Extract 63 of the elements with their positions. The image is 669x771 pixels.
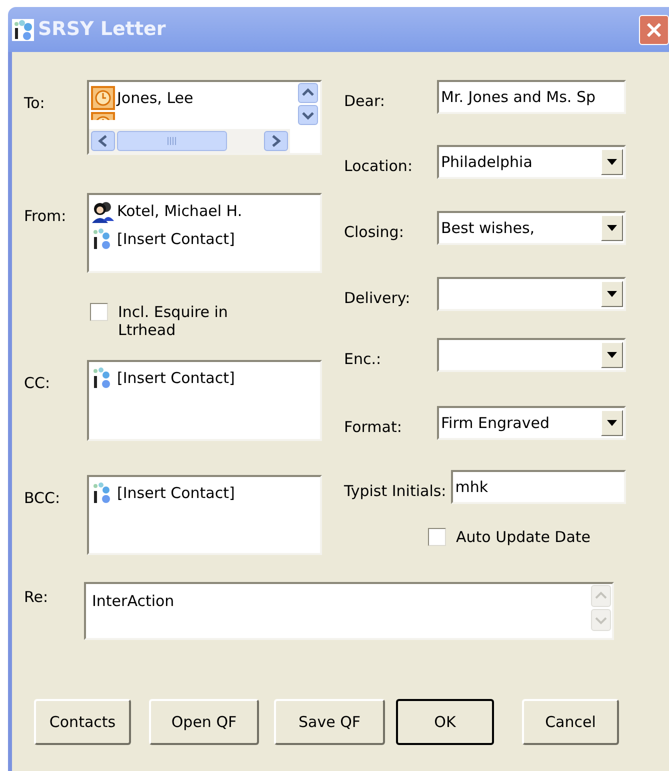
dialog-button[interactable]: Contacts bbox=[34, 699, 131, 745]
contact-entry[interactable]: [Insert Contact] bbox=[117, 228, 235, 250]
chevron-left-icon bbox=[97, 134, 109, 148]
field-label: Enc.: bbox=[344, 348, 382, 370]
scroll-up-button[interactable] bbox=[298, 83, 318, 103]
grip-icon bbox=[167, 137, 177, 145]
caret-down-icon bbox=[607, 291, 617, 297]
clock-icon bbox=[91, 112, 115, 120]
checkbox[interactable] bbox=[90, 303, 108, 321]
checkbox-label: Auto Update Date bbox=[456, 528, 591, 546]
field-label: To: bbox=[24, 93, 46, 114]
people-icon bbox=[91, 199, 115, 223]
dropdown-button[interactable] bbox=[601, 281, 623, 307]
contact-entry[interactable]: Jones, Lee bbox=[117, 86, 194, 110]
text-field[interactable]: Mr. Jones and Ms. Sp bbox=[437, 80, 626, 114]
dialog-button[interactable]: Save QF bbox=[274, 699, 385, 745]
clock-icon bbox=[91, 86, 115, 110]
close-button[interactable] bbox=[639, 14, 669, 44]
contact-list[interactable]: [Insert Contact] bbox=[87, 475, 322, 555]
field-label: Closing: bbox=[344, 222, 405, 243]
horizontal-scrollbar[interactable] bbox=[89, 129, 290, 153]
dropdown[interactable]: Best wishes, bbox=[437, 211, 626, 245]
contact-list[interactable]: Jones, Lee bbox=[87, 80, 322, 155]
app-logo-icon bbox=[12, 18, 34, 40]
chevron-right-icon bbox=[270, 134, 282, 148]
close-icon bbox=[646, 22, 662, 38]
caret-down-icon bbox=[607, 225, 617, 231]
field-label: Delivery: bbox=[344, 288, 412, 309]
scroll-down-button[interactable] bbox=[298, 105, 318, 125]
dropdown-button[interactable] bbox=[601, 149, 623, 175]
field-label: BCC: bbox=[24, 488, 62, 509]
contact-entry[interactable]: [Insert Contact] bbox=[117, 482, 235, 504]
field-label: Re: bbox=[24, 587, 50, 608]
caret-down-icon bbox=[607, 159, 617, 165]
dropdown[interactable]: Firm Engraved bbox=[437, 406, 626, 440]
field-label: Dear: bbox=[344, 90, 386, 112]
scroll-thumb[interactable] bbox=[117, 131, 227, 151]
dropdown[interactable] bbox=[437, 338, 626, 372]
field-label: From: bbox=[24, 206, 68, 227]
caret-down-icon bbox=[607, 352, 617, 358]
checkbox-label: Incl. Esquire in Ltrhead bbox=[118, 303, 229, 339]
dropdown-button[interactable] bbox=[601, 410, 623, 436]
field-label: Typist Initials: bbox=[344, 480, 446, 502]
scroll-right-button[interactable] bbox=[264, 131, 288, 151]
dialog-button[interactable]: Open QF bbox=[149, 699, 259, 745]
window-title: SRSY Letter bbox=[38, 17, 166, 42]
dropdown[interactable] bbox=[437, 277, 626, 311]
field-label: CC: bbox=[24, 373, 52, 394]
field-label: Location: bbox=[344, 156, 414, 177]
contact-list[interactable]: Kotel, Michael H. [Insert Contact] bbox=[87, 193, 322, 273]
dialog-button[interactable]: Cancel bbox=[522, 699, 619, 745]
field-label: Format: bbox=[344, 416, 403, 438]
contact-list[interactable]: [Insert Contact] bbox=[87, 360, 322, 441]
scroll-left-button[interactable] bbox=[91, 131, 115, 151]
contact-entry[interactable]: Kotel, Michael H. bbox=[117, 200, 242, 222]
checkbox[interactable] bbox=[428, 528, 446, 546]
contact-entry[interactable]: [Insert Contact] bbox=[117, 366, 235, 390]
dialog-button[interactable]: OK bbox=[396, 699, 494, 745]
dropdown-button[interactable] bbox=[601, 342, 623, 368]
text-field[interactable]: mhk bbox=[451, 470, 626, 504]
caret-down-icon bbox=[607, 420, 617, 426]
dropdown-button[interactable] bbox=[601, 215, 623, 241]
dropdown[interactable]: Philadelphia bbox=[437, 145, 626, 179]
